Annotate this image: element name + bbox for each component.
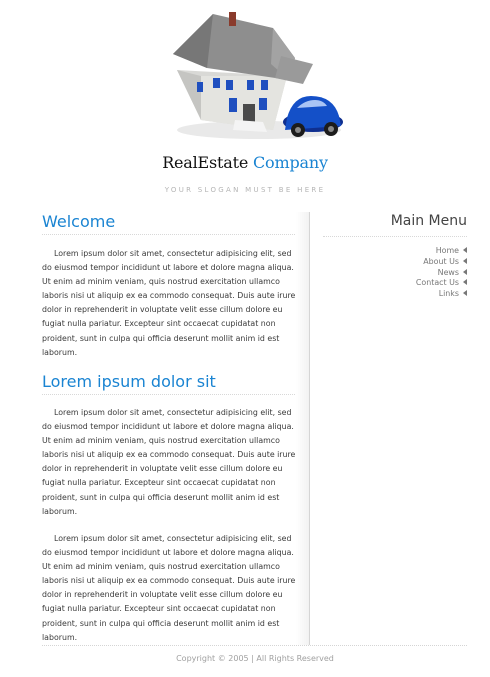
menu-item-label[interactable]: About Us: [423, 257, 459, 266]
menu-item-news[interactable]: News: [323, 268, 467, 279]
left-arrow-icon: [463, 257, 467, 264]
welcome-heading: Welcome: [42, 212, 297, 235]
footer-divider: [42, 645, 467, 646]
welcome-paragraph: Lorem ipsum dolor sit amet, consectetur …: [42, 249, 296, 357]
left-arrow-icon: [463, 268, 467, 275]
menu-item-links[interactable]: Links: [323, 289, 467, 300]
menu-item-home[interactable]: Home: [323, 246, 467, 257]
menu-item-label[interactable]: Links: [439, 289, 459, 298]
sidebar: Main Menu Home About Us News Contact Us …: [323, 212, 467, 300]
page-header: RealEstate Company YOUR SLOGAN MUST BE H…: [0, 0, 490, 210]
logo-text-primary: RealEstate: [162, 153, 249, 172]
section-paragraph-2: Lorem ipsum dolor sit amet, consectetur …: [42, 534, 296, 642]
menu-item-label[interactable]: Home: [436, 246, 459, 255]
footer-copyright: Copyright © 2005 | All Rights Reserved: [176, 654, 334, 663]
left-arrow-icon: [463, 279, 467, 286]
site-slogan: YOUR SLOGAN MUST BE HERE: [164, 186, 326, 194]
left-arrow-icon: [463, 290, 467, 297]
main-menu: Home About Us News Contact Us Links: [323, 246, 467, 300]
column-shadow: [296, 212, 309, 645]
section-heading: Lorem ipsum dolor sit: [42, 372, 297, 395]
main-menu-heading: Main Menu: [323, 212, 467, 237]
house-and-car-image: [173, 12, 343, 139]
section-paragraph-1: Lorem ipsum dolor sit amet, consectetur …: [42, 408, 296, 516]
menu-item-label[interactable]: News: [438, 268, 459, 277]
menu-item-label[interactable]: Contact Us: [416, 278, 459, 287]
logo-text-secondary: Company: [253, 153, 328, 172]
left-arrow-icon: [463, 247, 467, 253]
menu-item-contact-us[interactable]: Contact Us: [323, 278, 467, 289]
column-divider: [309, 212, 310, 645]
site-logo[interactable]: RealEstate Company: [0, 153, 490, 172]
menu-item-about-us[interactable]: About Us: [323, 257, 467, 268]
